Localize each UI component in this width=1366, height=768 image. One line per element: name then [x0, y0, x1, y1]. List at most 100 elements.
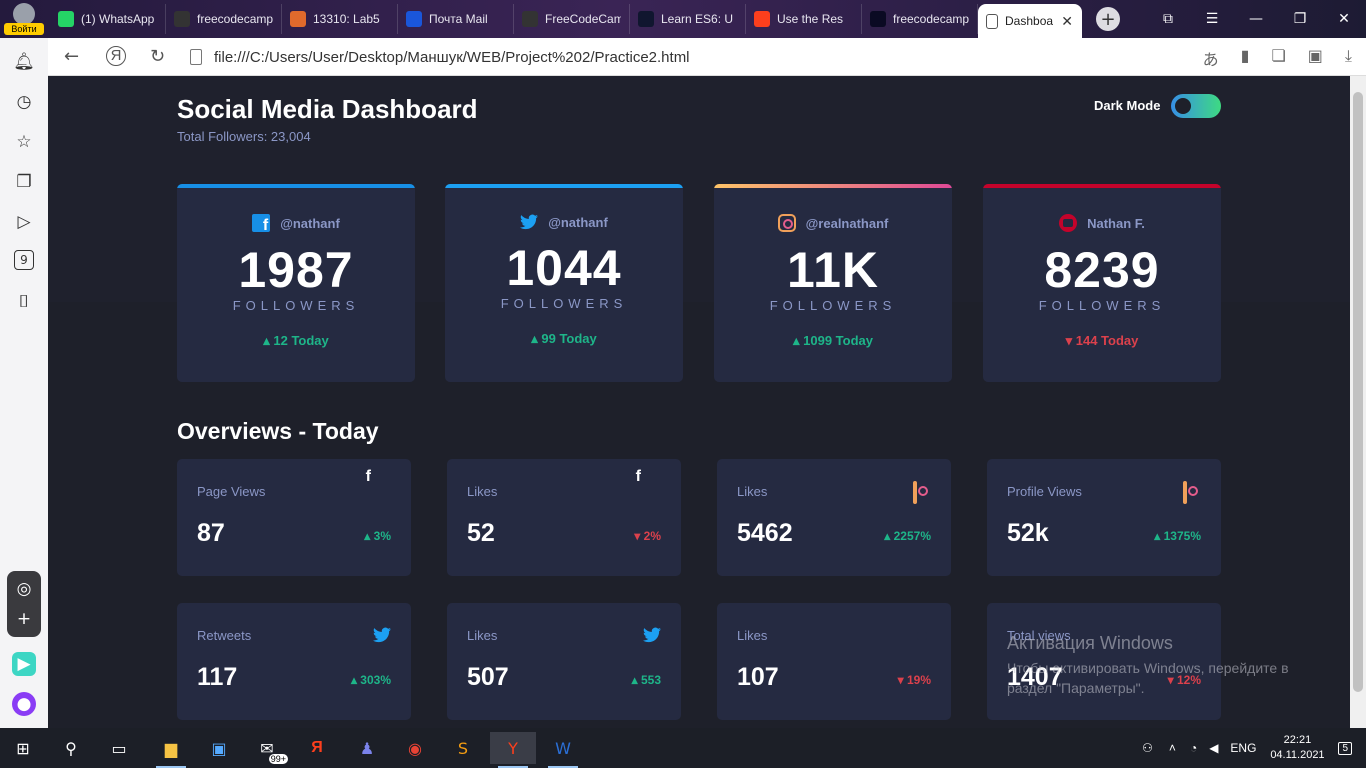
tab-label: FreeCodeCamp: [545, 12, 621, 26]
overview-card[interactable]: Likes 52 ▾ 2%: [447, 459, 681, 576]
chrome-icon[interactable]: ◉: [392, 732, 438, 764]
dark-mode-toggle[interactable]: [1171, 94, 1221, 118]
toggle-knob: [1175, 98, 1191, 114]
start-button[interactable]: ⊞: [0, 732, 46, 764]
browser-tab-active[interactable]: Dashboa ✕: [978, 4, 1082, 38]
overview-card[interactable]: Retweets 117 ▴ 303%: [177, 603, 411, 720]
restore-button[interactable]: ❐: [1278, 0, 1322, 38]
notifications-icon[interactable]: 🔔︎: [12, 50, 36, 74]
fcc-icon: [870, 11, 886, 27]
overview-card[interactable]: Page Views 87 ▴ 3%: [177, 459, 411, 576]
tray-expand-icon[interactable]: ˄: [1169, 741, 1176, 755]
browser-tab[interactable]: Learn ES6: U: [630, 4, 746, 34]
task-view-icon[interactable]: ▭: [96, 732, 142, 764]
minimize-button[interactable]: —: [1234, 0, 1278, 38]
github-icon: [174, 11, 190, 27]
network-icon[interactable]: ◔: [1190, 741, 1197, 755]
page-viewport: Social Media Dashboard Total Followers: …: [48, 76, 1350, 728]
language-indicator[interactable]: ENG: [1230, 741, 1256, 755]
window-controls: ⧉ ☰ — ❐ ✕: [1146, 0, 1366, 38]
today-text: 12 Today: [273, 333, 329, 348]
explorer-icon[interactable]: ▆: [148, 732, 194, 768]
mail-app-icon[interactable]: ✉ 99+: [244, 732, 290, 764]
yandex-app-icon[interactable]: Я: [294, 732, 340, 764]
browser-sidebar: 🔔︎ ◷ ☆ ❐ ▷ 9 ⌷ ◎ + ▶ ●: [0, 38, 48, 728]
bookmark-icon[interactable]: ▮: [1241, 46, 1250, 70]
watermark-text: Чтобы активировать Windows, перейдите в …: [1007, 660, 1289, 696]
browser-tab[interactable]: (1) WhatsApp: [50, 4, 166, 34]
follower-card[interactable]: @nathanf 1044 FOLLOWERS ▴ 99 Today: [445, 184, 683, 382]
alice-icon[interactable]: ●: [12, 692, 36, 716]
avatar: [13, 3, 35, 25]
browser-tab[interactable]: FreeCodeCamp: [514, 4, 630, 34]
github-icon: [522, 11, 538, 27]
word-icon[interactable]: W: [540, 732, 586, 768]
follower-card[interactable]: Nathan F. 8239 FOLLOWERS ▾ 144 Today: [983, 184, 1221, 382]
overview-icon-wrap: [373, 627, 391, 645]
facebook-icon: [252, 214, 271, 235]
close-tab-icon[interactable]: ✕: [1061, 13, 1073, 30]
screenshot-icon[interactable]: ⌷: [12, 290, 36, 314]
video-icon[interactable]: ▷: [12, 210, 36, 234]
youtube-icon: [1059, 214, 1078, 232]
translate-icon[interactable]: あ: [1203, 46, 1219, 70]
yandex-icon[interactable]: Я: [106, 46, 126, 66]
back-icon[interactable]: ←: [64, 46, 79, 67]
overview-icon-wrap: [373, 483, 391, 501]
clock[interactable]: 22:21 04.11.2021: [1262, 733, 1332, 763]
follower-card[interactable]: @nathanf 1987FOLLOWERS ▴ 12 Today: [177, 184, 415, 382]
people-icon[interactable]: ⚇: [1142, 741, 1153, 755]
new-tab-button[interactable]: +: [1096, 7, 1120, 31]
browser-tab[interactable]: Почта Mail: [398, 4, 514, 34]
instagram-icon: [1183, 481, 1187, 504]
url-field[interactable]: file:///C:/Users/User/Desktop/Маншук/WEB…: [190, 45, 990, 69]
browser-tab[interactable]: Use the Res: [746, 4, 862, 34]
close-window-button[interactable]: ✕: [1322, 0, 1366, 38]
clock-time: 22:21: [1283, 734, 1312, 746]
add-widget-icon[interactable]: +: [12, 607, 36, 631]
overview-value: 87: [197, 519, 225, 547]
messenger-icon[interactable]: ▶: [12, 652, 36, 676]
menu-icon[interactable]: ☰: [1190, 0, 1234, 38]
yandex-browser-icon[interactable]: Y: [490, 732, 536, 768]
control-panel-icon[interactable]: ▣: [196, 732, 242, 764]
browser-tab[interactable]: 13310: Lab5: [282, 4, 398, 34]
search-icon[interactable]: ⚲: [48, 732, 94, 764]
reload-icon[interactable]: ↻: [150, 46, 165, 67]
tabs-overview-icon[interactable]: ⧉: [1146, 0, 1190, 38]
followers-label: FOLLOWERS: [232, 298, 360, 313]
browser-tab[interactable]: freecodecamp: [862, 4, 978, 34]
collections-icon[interactable]: ❐: [12, 170, 36, 194]
scrollbar-thumb[interactable]: [1353, 92, 1363, 692]
overview-value: 52: [467, 519, 495, 547]
history-icon[interactable]: ◷: [12, 90, 36, 114]
follower-count: 11K: [787, 242, 879, 298]
extension-icon[interactable]: ▣: [1308, 46, 1323, 70]
teams-icon[interactable]: ♟: [344, 732, 390, 764]
collections-icon[interactable]: ❏: [1271, 46, 1285, 70]
today-change: ▾ 144 Today: [983, 333, 1221, 349]
tab-label: (1) WhatsApp: [81, 12, 155, 26]
download-icon[interactable]: ⤓: [1345, 46, 1352, 70]
overview-value: 5462: [737, 519, 793, 547]
windows-taskbar: ⊞ ⚲ ▭ ▆ ▣ ✉ 99+ Я ♟ ◉ S Y W ⚇ ˄ ◔ ◀ ENG 2…: [0, 728, 1366, 768]
overview-label: Likes: [737, 628, 768, 643]
overview-card[interactable]: Likes 107 ▾ 19%: [717, 603, 951, 720]
overview-label: Likes: [467, 628, 498, 643]
overview-label: Likes: [737, 484, 768, 499]
alice-widget-icon[interactable]: ◎: [12, 577, 36, 601]
overview-card[interactable]: Likes 5462 ▴ 2257%: [717, 459, 951, 576]
browser-tab[interactable]: freecodecamp: [166, 4, 282, 34]
counter-icon[interactable]: 9: [14, 250, 34, 270]
page-scrollbar[interactable]: [1350, 76, 1366, 728]
sublime-icon[interactable]: S: [440, 732, 486, 764]
tab-strip: (1) WhatsApp freecodecamp 13310: Lab5 Почта…: [50, 4, 1120, 38]
volume-icon[interactable]: ◀: [1209, 741, 1218, 755]
favorites-icon[interactable]: ☆: [12, 130, 36, 154]
notification-center-icon[interactable]: 5: [1338, 741, 1352, 755]
browser-tabbar: Войти (1) WhatsApp freecodecamp 13310: Lab…: [0, 0, 1366, 38]
overview-card[interactable]: Likes 507 ▴ 553: [447, 603, 681, 720]
profile-button[interactable]: Войти: [4, 3, 44, 37]
overview-card[interactable]: Profile Views 52k ▴ 1375%: [987, 459, 1221, 576]
follower-card[interactable]: @realnathanf 11K FOLLOWERS ▴ 1099 Today: [714, 184, 952, 382]
